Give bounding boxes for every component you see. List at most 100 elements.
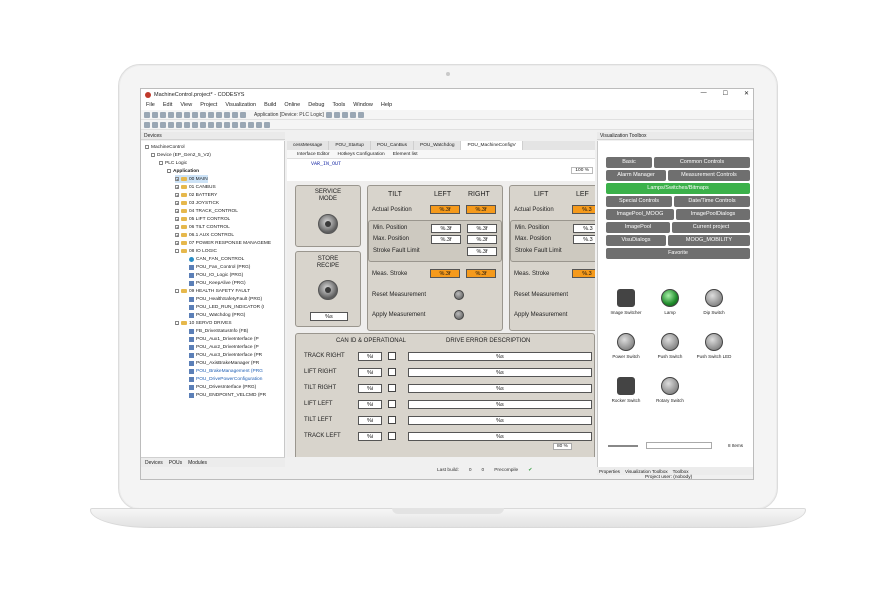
- toolbox-item-push-switch-led[interactable]: Push Switch LED: [694, 333, 734, 359]
- toolbox-item-dip-switch[interactable]: Dip Switch: [694, 289, 734, 315]
- tab-devices[interactable]: Devices: [145, 460, 163, 466]
- tree-item[interactable]: POU_ENDPOINT_VELCMD (PR: [189, 391, 266, 399]
- logout-icon[interactable]: [333, 111, 340, 118]
- service-mode-switch[interactable]: [318, 214, 338, 234]
- tree-item[interactable]: POU_Watchdog (PRG): [189, 311, 245, 319]
- menu-tools[interactable]: Tools: [332, 102, 345, 108]
- align-bottom-icon[interactable]: [184, 121, 190, 128]
- menu-project[interactable]: Project: [200, 102, 217, 108]
- expand-icon[interactable]: +: [175, 233, 179, 238]
- expand-icon[interactable]: +: [175, 209, 179, 214]
- bring-front-icon[interactable]: [192, 121, 198, 128]
- toolbox-category-imagepool-moog[interactable]: ImagePool_MOOG: [606, 209, 674, 220]
- tree-item[interactable]: - 08 IO LOGIC: [175, 247, 217, 255]
- collapse-icon[interactable]: -: [175, 321, 179, 326]
- application-selector[interactable]: Application [Device: PLC Logic]: [254, 112, 324, 118]
- minimize-button[interactable]: —: [701, 90, 707, 97]
- tree-item[interactable]: CAN_FAN_CONTROL: [189, 255, 244, 263]
- tree-item[interactable]: +05 LIFT CONTROL: [175, 215, 230, 223]
- expand-icon[interactable]: +: [175, 241, 179, 246]
- distribute-icon[interactable]: [248, 121, 254, 128]
- tree-item[interactable]: - MachineControl: [145, 143, 185, 151]
- tab-visualization-toolbox[interactable]: Visualization Toolbox: [625, 469, 668, 474]
- align-top-icon[interactable]: [168, 121, 174, 128]
- tree-item[interactable]: POU_LED_RUN_INDICATOR (I: [189, 303, 264, 311]
- collapse-icon[interactable]: -: [175, 289, 179, 294]
- open-icon[interactable]: [152, 111, 158, 118]
- tree-item[interactable]: POU_DrivePowerConfiguration: [189, 375, 262, 383]
- tree-item[interactable]: POU_Fan_Control (PRG): [189, 263, 250, 271]
- new-icon[interactable]: [144, 111, 150, 118]
- tree-item[interactable]: POU_Aux2_DriveInterface (P: [189, 343, 259, 351]
- tree-item[interactable]: +02 BATTERY: [175, 191, 217, 199]
- undo-icon[interactable]: [176, 111, 182, 118]
- toolbox-category-lamps-switches[interactable]: Lamps/Switches/Bitmaps: [606, 183, 750, 194]
- tree-item[interactable]: - PLC Logic: [159, 159, 187, 167]
- tab-pou-watchdog[interactable]: POU_Watchdog: [414, 141, 462, 150]
- toolbox-category-current-project[interactable]: Current project: [672, 222, 750, 233]
- menu-window[interactable]: Window: [353, 102, 373, 108]
- expand-icon[interactable]: +: [175, 201, 179, 206]
- redo-icon[interactable]: [184, 111, 190, 118]
- group-icon[interactable]: [208, 121, 214, 128]
- step-icon[interactable]: [264, 121, 270, 128]
- login-icon[interactable]: [325, 111, 332, 118]
- tree-item[interactable]: POU_AxisBrakeManager (PR: [189, 359, 259, 367]
- reset-icon[interactable]: [357, 111, 364, 118]
- tree-item[interactable]: POU_IO_Logic (PRG): [189, 271, 243, 279]
- toolbox-item-push-switch[interactable]: Push Switch: [650, 333, 690, 359]
- tilt-left-max-position[interactable]: %.3f: [431, 235, 461, 244]
- align-right-icon[interactable]: [160, 121, 166, 128]
- tree-item[interactable]: POU_DrivesInterface (PRG): [189, 383, 256, 391]
- tab-pou-machineconfig[interactable]: POU_MachineConfigV: [461, 141, 523, 150]
- menu-edit[interactable]: Edit: [163, 102, 172, 108]
- expand-icon[interactable]: +: [175, 185, 179, 190]
- copy-icon[interactable]: [200, 111, 206, 118]
- expand-icon[interactable]: +: [175, 177, 179, 182]
- toolbox-category-special-controls[interactable]: Special Controls: [606, 196, 672, 207]
- same-height-icon[interactable]: [240, 121, 246, 128]
- align-center-icon[interactable]: [152, 121, 158, 128]
- close-button[interactable]: ✕: [744, 90, 749, 97]
- same-width-icon[interactable]: [232, 121, 238, 128]
- collapse-icon[interactable]: -: [175, 249, 179, 254]
- tree-item[interactable]: - Application: [167, 167, 199, 175]
- toolbox-item-image-switcher[interactable]: Image Switcher: [606, 289, 646, 315]
- breakpoint-icon[interactable]: [256, 121, 262, 128]
- tree-item[interactable]: +06.1 AUX CONTROL: [175, 231, 234, 239]
- tree-item[interactable]: +06 TILT CONTROL: [175, 223, 230, 231]
- align-middle-icon[interactable]: [176, 121, 182, 128]
- toolbox-category-imagepool-dialogs[interactable]: ImagePoolDialogs: [676, 209, 750, 220]
- declaration-pane[interactable]: VAR_IN_OUT 100 %: [287, 159, 595, 181]
- replace-icon[interactable]: [232, 111, 238, 118]
- tilt-reset-measurement-button[interactable]: [454, 290, 464, 300]
- zoom-selector[interactable]: 100 %: [571, 167, 593, 174]
- print-icon[interactable]: [168, 111, 174, 118]
- collapse-icon[interactable]: -: [145, 145, 149, 150]
- menu-online[interactable]: Online: [284, 102, 300, 108]
- toolbox-category-basic[interactable]: Basic: [606, 157, 652, 168]
- tab-modules[interactable]: Modules: [188, 460, 207, 466]
- menu-debug[interactable]: Debug: [308, 102, 324, 108]
- tilt-right-min-position[interactable]: %.3f: [467, 224, 497, 233]
- align-left-icon[interactable]: [144, 121, 150, 128]
- toolbox-category-moog-mobility[interactable]: MOOG_MOBILITY: [668, 235, 750, 246]
- tree-item[interactable]: POU_KeepAlive (PRG): [189, 279, 246, 287]
- tilt-stroke-fault-limit[interactable]: %.3f: [467, 247, 497, 256]
- toolbox-item-lamp[interactable]: Lamp: [650, 289, 690, 315]
- tab-interface-editor[interactable]: Interface Editor: [297, 152, 330, 157]
- tab-pou-canbus[interactable]: POU_CanBus: [371, 141, 414, 150]
- tree-item[interactable]: - 09 HEALTH SAFETY FAULT: [175, 287, 250, 295]
- send-back-icon[interactable]: [200, 121, 206, 128]
- menu-help[interactable]: Help: [381, 102, 392, 108]
- find-icon[interactable]: [224, 111, 230, 118]
- expand-icon[interactable]: +: [175, 193, 179, 198]
- tree-item[interactable]: POU_Aux3_DriveInterface (PR: [189, 351, 262, 359]
- toolbox-search-input[interactable]: [646, 442, 712, 449]
- toolbox-item-rotary-switch[interactable]: Rotary Switch: [650, 377, 690, 403]
- menu-build[interactable]: Build: [264, 102, 276, 108]
- tab-properties[interactable]: Properties: [599, 469, 620, 474]
- run-icon[interactable]: [341, 111, 348, 118]
- delete-icon[interactable]: [216, 111, 222, 118]
- tab-toolbox[interactable]: Toolbox: [673, 469, 689, 474]
